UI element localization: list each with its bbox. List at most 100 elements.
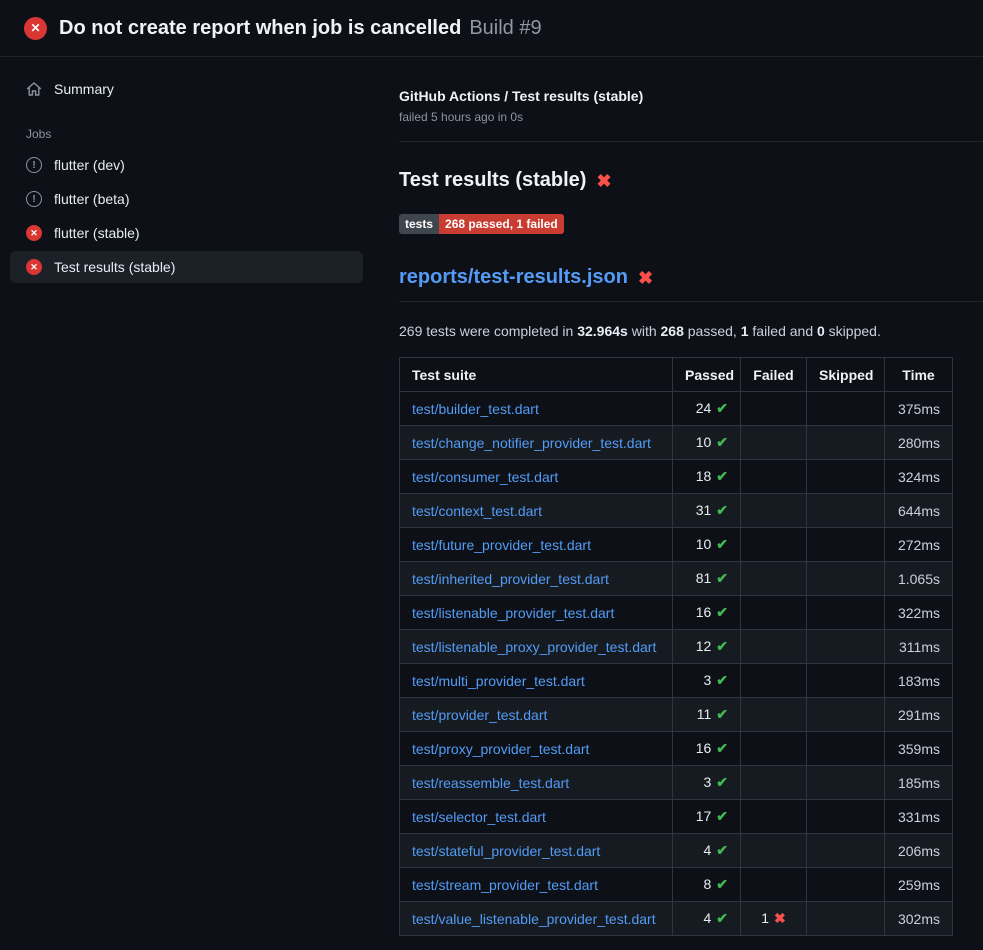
failed-cell — [741, 528, 807, 562]
table-row: test/change_notifier_provider_test.dart 1… — [400, 426, 953, 460]
suite-cell: test/consumer_test.dart — [400, 460, 673, 494]
suite-cell: test/inherited_provider_test.dart — [400, 562, 673, 596]
sidebar-item-flutter-dev[interactable]: ! flutter (dev) — [10, 149, 363, 181]
time-value: 302ms — [898, 911, 940, 927]
divider — [399, 141, 983, 142]
suite-cell: test/provider_test.dart — [400, 698, 673, 732]
test-suite-link[interactable]: test/proxy_provider_test.dart — [412, 741, 589, 757]
passed-count: 16 — [696, 740, 712, 756]
sidebar-item-test-results-stable[interactable]: ✕Test results (stable) — [10, 251, 363, 283]
table-row: test/multi_provider_test.dart3✔183ms — [400, 664, 953, 698]
skipped-cell — [807, 596, 885, 630]
tests-badge: tests 268 passed, 1 failed — [399, 214, 564, 234]
table-row: test/listenable_provider_test.dart16✔322… — [400, 596, 953, 630]
check-icon: ✔ — [716, 672, 728, 688]
x-circle-icon: ✕ — [26, 225, 42, 241]
passed-cell: 31✔ — [673, 494, 741, 528]
table-header-row: Test suitePassedFailedSkippedTime — [400, 358, 953, 392]
x-circle-icon: ✕ — [26, 259, 42, 275]
failed-x-circle-icon: ✕ — [24, 17, 47, 40]
time-value: 375ms — [898, 401, 940, 417]
check-icon: ✔ — [716, 400, 728, 416]
time-value: 1.065s — [898, 571, 940, 587]
passed-cell: 12✔ — [673, 630, 741, 664]
time-value: 259ms — [898, 877, 940, 893]
test-suite-link[interactable]: test/builder_test.dart — [412, 401, 539, 417]
test-suite-link[interactable]: test/multi_provider_test.dart — [412, 673, 585, 689]
test-suite-link[interactable]: test/value_listenable_provider_test.dart — [412, 911, 656, 927]
sidebar-item-summary[interactable]: Summary — [10, 73, 363, 105]
time-cell: 644ms — [885, 494, 953, 528]
failed-count: 1 — [761, 910, 769, 926]
results-table: Test suitePassedFailedSkippedTime test/b… — [399, 357, 953, 936]
time-value: 206ms — [898, 843, 940, 859]
passed-cell: 16✔ — [673, 732, 741, 766]
passed-count: 18 — [696, 468, 712, 484]
skipped-cell — [807, 664, 885, 698]
section-title: Test results (stable) — [399, 169, 586, 192]
section-heading: Test results (stable) ✖ — [399, 169, 952, 192]
skipped-cell — [807, 562, 885, 596]
failed-cell — [741, 494, 807, 528]
skipped-cell — [807, 528, 885, 562]
check-icon: ✔ — [716, 502, 728, 518]
failed-cell — [741, 562, 807, 596]
suite-cell: test/future_provider_test.dart — [400, 528, 673, 562]
test-suite-link[interactable]: test/stateful_provider_test.dart — [412, 843, 600, 859]
page-header: ✕ Do not create report when job is cance… — [0, 0, 983, 57]
test-suite-link[interactable]: test/change_notifier_provider_test.dart — [412, 435, 651, 451]
test-suite-link[interactable]: test/provider_test.dart — [412, 707, 547, 723]
check-icon: ✔ — [716, 570, 728, 586]
check-icon: ✔ — [716, 468, 728, 484]
test-suite-link[interactable]: test/context_test.dart — [412, 503, 542, 519]
skipped-cell — [807, 630, 885, 664]
breadcrumb: GitHub Actions / Test results (stable) — [399, 88, 952, 104]
failed-cell — [741, 698, 807, 732]
badge-label: tests — [399, 214, 439, 234]
sidebar-item-flutter-beta[interactable]: !flutter (beta) — [10, 183, 363, 215]
time-value: 331ms — [898, 809, 940, 825]
check-icon: ✔ — [716, 434, 728, 450]
passed-cell: 4✔ — [673, 902, 741, 936]
test-suite-link[interactable]: test/consumer_test.dart — [412, 469, 558, 485]
check-icon: ✔ — [716, 638, 728, 654]
skipped-cell — [807, 392, 885, 426]
column-header-passed: Passed — [673, 358, 741, 392]
passed-count: 10 — [696, 434, 712, 450]
alert-circle-icon: ! — [26, 157, 42, 173]
passed-cell: 17✔ — [673, 800, 741, 834]
table-body: test/builder_test.dart24✔375mstest/chang… — [400, 392, 953, 936]
suite-cell: test/builder_test.dart — [400, 392, 673, 426]
table-row: test/context_test.dart 31✔ 644ms — [400, 494, 953, 528]
column-header-time: Time — [885, 358, 953, 392]
test-suite-link[interactable]: test/listenable_proxy_provider_test.dart — [412, 639, 656, 655]
failed-cell — [741, 664, 807, 698]
summary-text-part: 268 — [661, 323, 684, 339]
failed-cell: 1✖ — [741, 902, 807, 936]
test-suite-link[interactable]: test/selector_test.dart — [412, 809, 546, 825]
suite-cell: test/selector_test.dart — [400, 800, 673, 834]
time-cell: 359ms — [885, 732, 953, 766]
sidebar: Summary Jobs !flutter (dev)!flutter (bet… — [0, 57, 383, 950]
failed-cell — [741, 732, 807, 766]
test-suite-link[interactable]: test/inherited_provider_test.dart — [412, 571, 609, 587]
x-icon: ✖ — [774, 910, 786, 926]
home-icon — [26, 81, 42, 97]
time-cell: 206ms — [885, 834, 953, 868]
sidebar-item-flutter-stable[interactable]: ✕flutter (stable) — [10, 217, 363, 249]
test-suite-link[interactable]: test/listenable_provider_test.dart — [412, 605, 614, 621]
time-cell: 311ms — [885, 630, 953, 664]
report-link[interactable]: reports/test-results.json — [399, 266, 628, 289]
sidebar-item-label: Summary — [54, 81, 114, 97]
sidebar-item-label: flutter (dev) — [54, 157, 125, 173]
failed-cell — [741, 630, 807, 664]
test-suite-link[interactable]: test/reassemble_test.dart — [412, 775, 569, 791]
test-suite-link[interactable]: test/future_provider_test.dart — [412, 537, 591, 553]
passed-cell: 18✔ — [673, 460, 741, 494]
table-row: test/selector_test.dart 17✔ 331ms — [400, 800, 953, 834]
sidebar-item-label: flutter (beta) — [54, 191, 129, 207]
test-suite-link[interactable]: test/stream_provider_test.dart — [412, 877, 598, 893]
time-cell: 1.065s — [885, 562, 953, 596]
passed-count: 4 — [703, 842, 711, 858]
summary-text-part: 1 — [741, 323, 749, 339]
